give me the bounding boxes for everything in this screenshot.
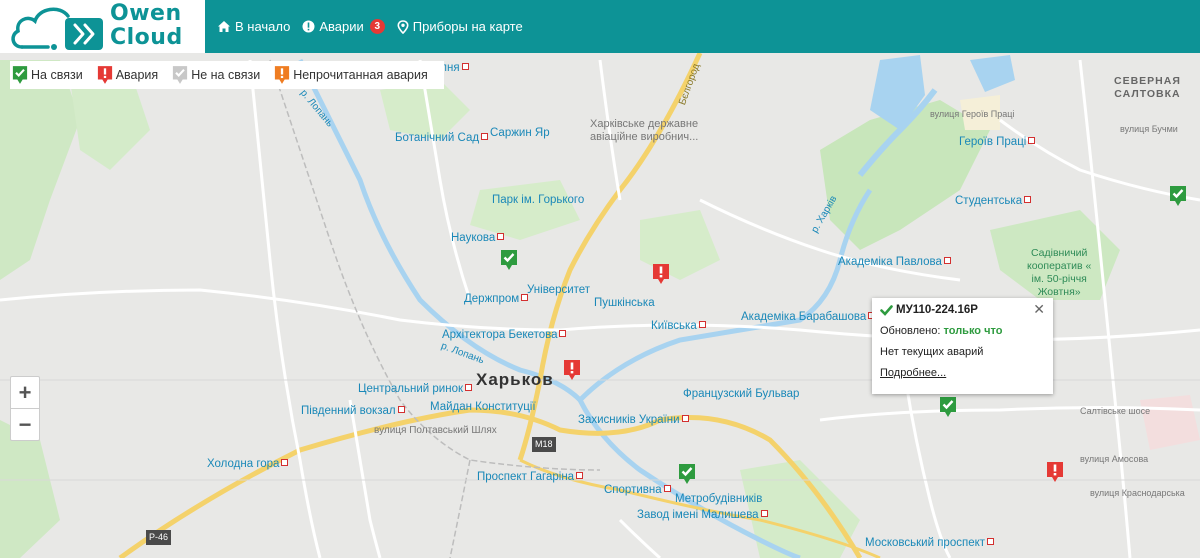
place-label-defenders[interactable]: Захисників України (578, 414, 689, 427)
status-legend: На связи Авария Не на связи Непрочитанна… (10, 61, 444, 89)
road-shield-m18: М18 (532, 437, 556, 452)
place-label-pushkinska[interactable]: Пушкінська (594, 297, 655, 310)
road-shield-p46: Р-46 (146, 530, 172, 545)
place-label-university[interactable]: Університет (527, 284, 590, 297)
legend-offline-label: Не на связи (191, 68, 261, 82)
legend-alarm: Авария (97, 65, 159, 85)
device-marker-alarm-3[interactable] (1046, 461, 1064, 488)
alarm-marker-icon (564, 360, 580, 380)
popup-updated-row: Обновлено: только что (880, 325, 1045, 337)
nav-devices-map[interactable]: Приборы на карте (397, 19, 523, 34)
place-label-gagarina[interactable]: Проспект Гагаріна (477, 471, 584, 484)
place-label-naukova[interactable]: Наукова (451, 232, 505, 245)
home-icon (218, 21, 230, 32)
legend-alarm-label: Авария (115, 68, 159, 82)
check-icon (880, 304, 893, 316)
online-marker-icon (12, 66, 28, 84)
close-icon[interactable]: ✕ (1033, 301, 1045, 318)
legend-online: На связи (12, 65, 83, 85)
logo-line-2: Cloud (110, 25, 183, 50)
place-label-moskovsky[interactable]: Московський проспект (865, 537, 995, 550)
online-marker-icon (679, 464, 695, 484)
city-label: Харьков (476, 370, 554, 389)
popup-title: МУ110-224.16Р (880, 304, 1045, 316)
place-label-french-blvd[interactable]: Французский Бульвар (683, 388, 799, 401)
nav-home-label: В начало (235, 19, 291, 34)
logo-line-1: Owen (110, 1, 182, 26)
place-label-malyshev[interactable]: Завод імені Малишева (637, 509, 768, 522)
device-marker-online-2[interactable] (1169, 185, 1187, 212)
place-label-gorky-park[interactable]: Парк ім. Горького (492, 194, 584, 207)
top-bar: Owen Cloud В начало Аварии 3 Приборы на … (0, 0, 1200, 53)
place-label-botanical[interactable]: Ботанічний Сад (395, 132, 489, 145)
nav-alarms[interactable]: Аварии 3 (302, 19, 385, 34)
place-label-sportyvna[interactable]: Спортивна (604, 484, 671, 497)
unread-alarm-marker-icon (275, 66, 290, 84)
alert-circle-icon (302, 20, 315, 33)
online-marker-icon (501, 250, 517, 270)
place-label-coop[interactable]: Садівничий кооператив «ім. 50-річчя Жовтня… (1027, 247, 1091, 299)
online-marker-icon (1170, 186, 1186, 206)
popup-alarm-status: Нет текущих аварий (880, 346, 984, 358)
popup-updated-value: только что (943, 325, 1003, 337)
place-label-metrobudivnykiv[interactable]: Метробудівників (675, 493, 762, 506)
nav-home[interactable]: В начало (217, 19, 290, 34)
place-label-barabashova[interactable]: Академіка Барабашова (741, 311, 876, 324)
device-popup: МУ110-224.16Р ✕ Обновлено: только что Не… (872, 298, 1053, 394)
alarm-marker-icon (97, 66, 112, 84)
logo[interactable]: Owen Cloud (0, 0, 205, 53)
zoom-control: + − (10, 376, 40, 441)
district-label-north-saltivka: СЕВЕРНАЯ САЛТОВКА (1114, 75, 1181, 100)
popup-link-row: Подробнее... (880, 367, 1045, 379)
device-marker-online-4[interactable] (678, 463, 696, 490)
main-nav: В начало Аварии 3 Приборы на карте (217, 0, 523, 53)
road-label-poltava: вулиця Полтавський Шлях (374, 425, 497, 436)
place-label-studentska[interactable]: Студентська (955, 195, 1032, 208)
street-label-saltivske: Салтівське шосе (1080, 406, 1151, 416)
online-marker-icon (940, 397, 956, 417)
map-pin-icon (397, 19, 409, 34)
zoom-out-button[interactable]: − (11, 409, 39, 440)
legend-offline: Не на связи (172, 65, 260, 85)
alarm-marker-icon (1047, 462, 1063, 482)
place-label-derzhprom[interactable]: Держпром (464, 293, 529, 306)
legend-unread-alarm-label: Непрочитанная авария (293, 68, 428, 82)
cloud-logo-icon (11, 7, 103, 50)
place-label-heroiv-pratsi[interactable]: Героїв Праці (959, 136, 1036, 149)
legend-unread-alarm: Непрочитанная авария (274, 65, 428, 85)
legend-online-label: На связи (31, 68, 83, 82)
street-label-amosova: вулиця Амосова (1080, 454, 1149, 464)
place-label-constitution[interactable]: Майдан Конституції (430, 401, 536, 414)
logo-text: Owen Cloud (110, 2, 183, 50)
details-link[interactable]: Подробнее... (880, 367, 946, 379)
place-label-pavlova[interactable]: Академіка Павлова (838, 256, 951, 269)
nav-alarms-label: Аварии (319, 19, 364, 34)
nav-devices-map-label: Приборы на карте (412, 19, 523, 34)
device-marker-alarm-1[interactable] (652, 263, 670, 290)
alarms-count-badge: 3 (369, 19, 385, 34)
device-marker-online-3[interactable] (939, 396, 957, 423)
street-label-bucmy: вулиця Бучми (1120, 124, 1178, 134)
street-label-heroiv: вулиця Героїв Праці (930, 109, 1015, 119)
street-label-krasnodarska: вулиця Краснодарська (1090, 488, 1185, 498)
place-label-beketova[interactable]: Архітектора Бекетова (442, 329, 567, 342)
place-label-south-station[interactable]: Південний вокзал (301, 405, 405, 418)
device-marker-online-1[interactable] (500, 249, 518, 276)
popup-device-name: МУ110-224.16Р (896, 304, 978, 316)
popup-updated-label: Обновлено: (880, 325, 941, 337)
place-label-sarzhin[interactable]: Саржин Яр (490, 127, 550, 140)
place-label-kyivska[interactable]: Київська (651, 320, 706, 333)
place-label-kholodna-gora[interactable]: Холодна гора (207, 458, 289, 471)
device-marker-alarm-2[interactable] (563, 359, 581, 386)
zoom-in-button[interactable]: + (11, 377, 39, 408)
place-label-plant[interactable]: Харківське державне авіаційне виробнич... (590, 118, 698, 144)
offline-marker-icon (173, 66, 188, 84)
alarm-marker-icon (653, 264, 669, 284)
place-label-central-market[interactable]: Центральний ринок (358, 383, 473, 396)
